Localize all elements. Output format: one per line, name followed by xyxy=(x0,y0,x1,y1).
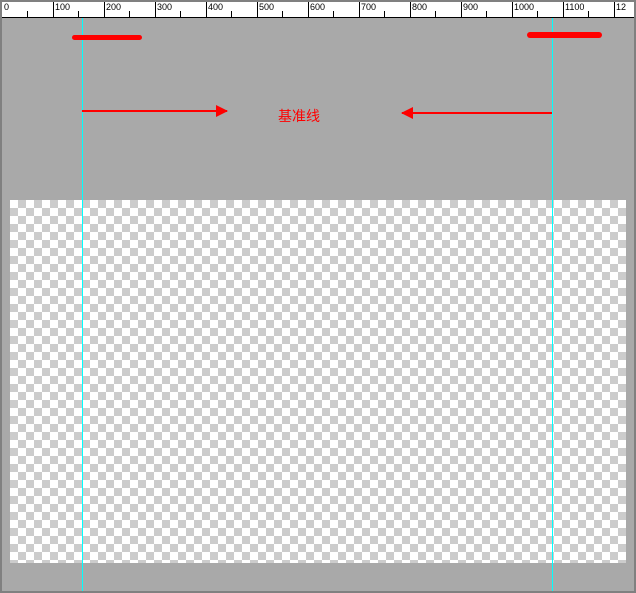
ruler-tick-label: 1100 xyxy=(565,3,584,12)
ruler-tick-label: 100 xyxy=(55,3,70,12)
ruler-tick-major xyxy=(104,2,105,18)
ruler-tick-major xyxy=(512,2,513,18)
guide-line-right[interactable] xyxy=(552,18,553,591)
annotation-arrow-left xyxy=(82,110,227,112)
ruler-tick-label: 500 xyxy=(259,3,274,12)
ruler-tick-major xyxy=(206,2,207,18)
ruler-tick-label: 800 xyxy=(412,3,427,12)
ruler-tick-minor xyxy=(129,11,130,18)
ruler-tick-major xyxy=(563,2,564,18)
ruler-tick-label: 0 xyxy=(4,3,9,12)
ruler-tick-label: 400 xyxy=(208,3,223,12)
annotation-stroke-right xyxy=(527,32,602,38)
ruler-tick-label: 600 xyxy=(310,3,325,12)
annotation-stroke-left xyxy=(72,35,142,40)
ruler-tick-label: 700 xyxy=(361,3,376,12)
transparent-canvas-layer[interactable] xyxy=(10,200,626,563)
ruler-tick-label: 300 xyxy=(157,3,172,12)
ruler-tick-major xyxy=(410,2,411,18)
ruler-tick-major xyxy=(53,2,54,18)
canvas-area[interactable]: 0 100 200 300 400 500 600 700 800 900 10… xyxy=(0,0,636,593)
ruler-tick-major xyxy=(614,2,615,18)
ruler-tick-minor xyxy=(180,11,181,18)
ruler-tick-minor xyxy=(282,11,283,18)
ruler-tick-minor xyxy=(384,11,385,18)
ruler-tick-major xyxy=(257,2,258,18)
ruler-tick-label: 12 xyxy=(616,3,626,12)
ruler-tick-minor xyxy=(537,11,538,18)
ruler-tick-minor xyxy=(435,11,436,18)
ruler-tick-major xyxy=(155,2,156,18)
ruler-tick-minor xyxy=(27,11,28,18)
ruler-tick-minor xyxy=(78,11,79,18)
ruler-tick-label: 200 xyxy=(106,3,121,12)
ruler-tick-minor xyxy=(231,11,232,18)
ruler-tick-label: 1000 xyxy=(514,3,534,12)
guide-line-left[interactable] xyxy=(82,18,83,591)
ruler-tick-minor xyxy=(588,11,589,18)
ruler-tick-major xyxy=(308,2,309,18)
horizontal-ruler[interactable]: 0 100 200 300 400 500 600 700 800 900 10… xyxy=(2,2,634,18)
ruler-tick-minor xyxy=(333,11,334,18)
ruler-tick-major xyxy=(461,2,462,18)
ruler-tick-major xyxy=(359,2,360,18)
annotation-arrow-right xyxy=(402,112,552,114)
annotation-label: 基准线 xyxy=(278,106,320,126)
ruler-tick-minor xyxy=(486,11,487,18)
ruler-tick-label: 900 xyxy=(463,3,478,12)
